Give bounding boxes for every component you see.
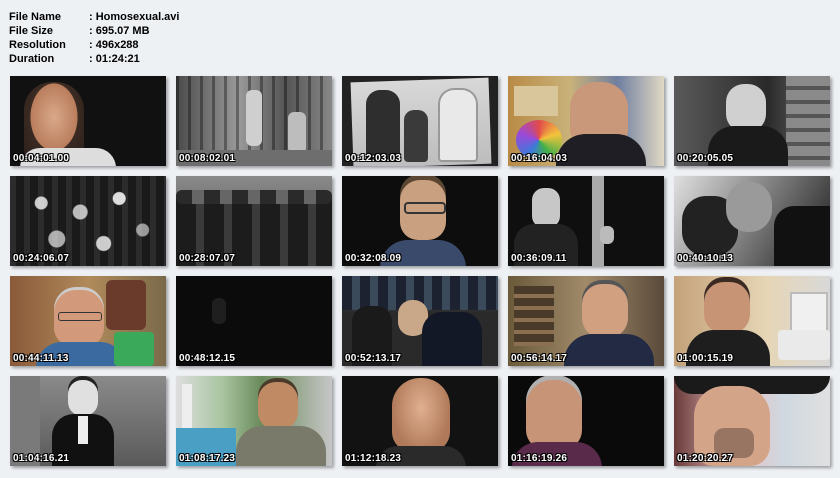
timestamp: 00:40:10.13 (677, 253, 734, 264)
thumbnail[interactable]: 00:40:10.13 (674, 176, 830, 266)
timestamp: 01:04:16.21 (13, 453, 70, 464)
timestamp: 00:44:11.13 (13, 353, 69, 364)
timestamp: 01:12:18.23 (345, 453, 402, 464)
timestamp: 00:04:01.00 (13, 153, 70, 164)
timestamp: 01:20:20.27 (677, 453, 734, 464)
thumbnail-grid: 00:04:01.00 00:08:02.01 00:12:03.03 00:1… (10, 76, 830, 466)
timestamp: 01:08:17.23 (179, 453, 236, 464)
thumbnail[interactable]: 00:52:13.17 (342, 276, 498, 366)
resolution-row: Resolution : 496x288 (9, 38, 179, 52)
duration-label: Duration (9, 53, 55, 65)
thumbnail[interactable]: 01:16:19.26 (508, 376, 664, 466)
thumbnail[interactable]: 01:04:16.21 (10, 376, 166, 466)
timestamp: 00:56:14.17 (511, 353, 568, 364)
timestamp: 00:28:07.07 (179, 253, 236, 264)
timestamp: 01:00:15.19 (677, 353, 734, 364)
file-size-label: File Size (9, 25, 54, 37)
thumbnail[interactable]: 00:32:08.09 (342, 176, 498, 266)
timestamp: 00:24:06.07 (13, 253, 70, 264)
timestamp: 00:36:09.11 (511, 253, 567, 264)
thumbnail[interactable]: 00:12:03.03 (342, 76, 498, 166)
thumbnail[interactable]: 00:44:11.13 (10, 276, 166, 366)
timestamp: 00:32:08.09 (345, 253, 402, 264)
file-name-row: File Name : Homosexual.avi (9, 10, 179, 24)
timestamp: 00:12:03.03 (345, 153, 402, 164)
timestamp: 00:48:12.15 (179, 353, 236, 364)
thumbnail[interactable]: 00:16:04.03 (508, 76, 664, 166)
duration-row: Duration : 01:24:21 (9, 52, 179, 66)
file-info-panel: File Name : Homosexual.avi File Size : 6… (9, 10, 179, 66)
thumbnail[interactable]: 00:28:07.07 (176, 176, 332, 266)
timestamp: 00:08:02.01 (179, 153, 236, 164)
file-size-value: : 695.07 MB (89, 25, 150, 37)
timestamp: 01:16:19.26 (511, 453, 568, 464)
timestamp: 00:20:05.05 (677, 153, 734, 164)
thumbnail[interactable]: 00:48:12.15 (176, 276, 332, 366)
file-name-label: File Name (9, 11, 61, 23)
duration-value: : 01:24:21 (89, 53, 140, 65)
thumbnail[interactable]: 00:08:02.01 (176, 76, 332, 166)
file-size-row: File Size : 695.07 MB (9, 24, 179, 38)
thumbnail[interactable]: 01:12:18.23 (342, 376, 498, 466)
resolution-label: Resolution (9, 39, 66, 51)
thumbnail[interactable]: 01:00:15.19 (674, 276, 830, 366)
file-name-value: : Homosexual.avi (89, 11, 180, 23)
thumbnail[interactable]: 00:56:14.17 (508, 276, 664, 366)
resolution-value: : 496x288 (89, 39, 139, 51)
thumbnail[interactable]: 00:36:09.11 (508, 176, 664, 266)
thumbnail[interactable]: 00:20:05.05 (674, 76, 830, 166)
timestamp: 00:16:04.03 (511, 153, 568, 164)
timestamp: 00:52:13.17 (345, 353, 402, 364)
thumbnail[interactable]: 01:08:17.23 (176, 376, 332, 466)
thumbnail[interactable]: 00:04:01.00 (10, 76, 166, 166)
thumbnail[interactable]: 00:24:06.07 (10, 176, 166, 266)
thumbnail[interactable]: 01:20:20.27 (674, 376, 830, 466)
